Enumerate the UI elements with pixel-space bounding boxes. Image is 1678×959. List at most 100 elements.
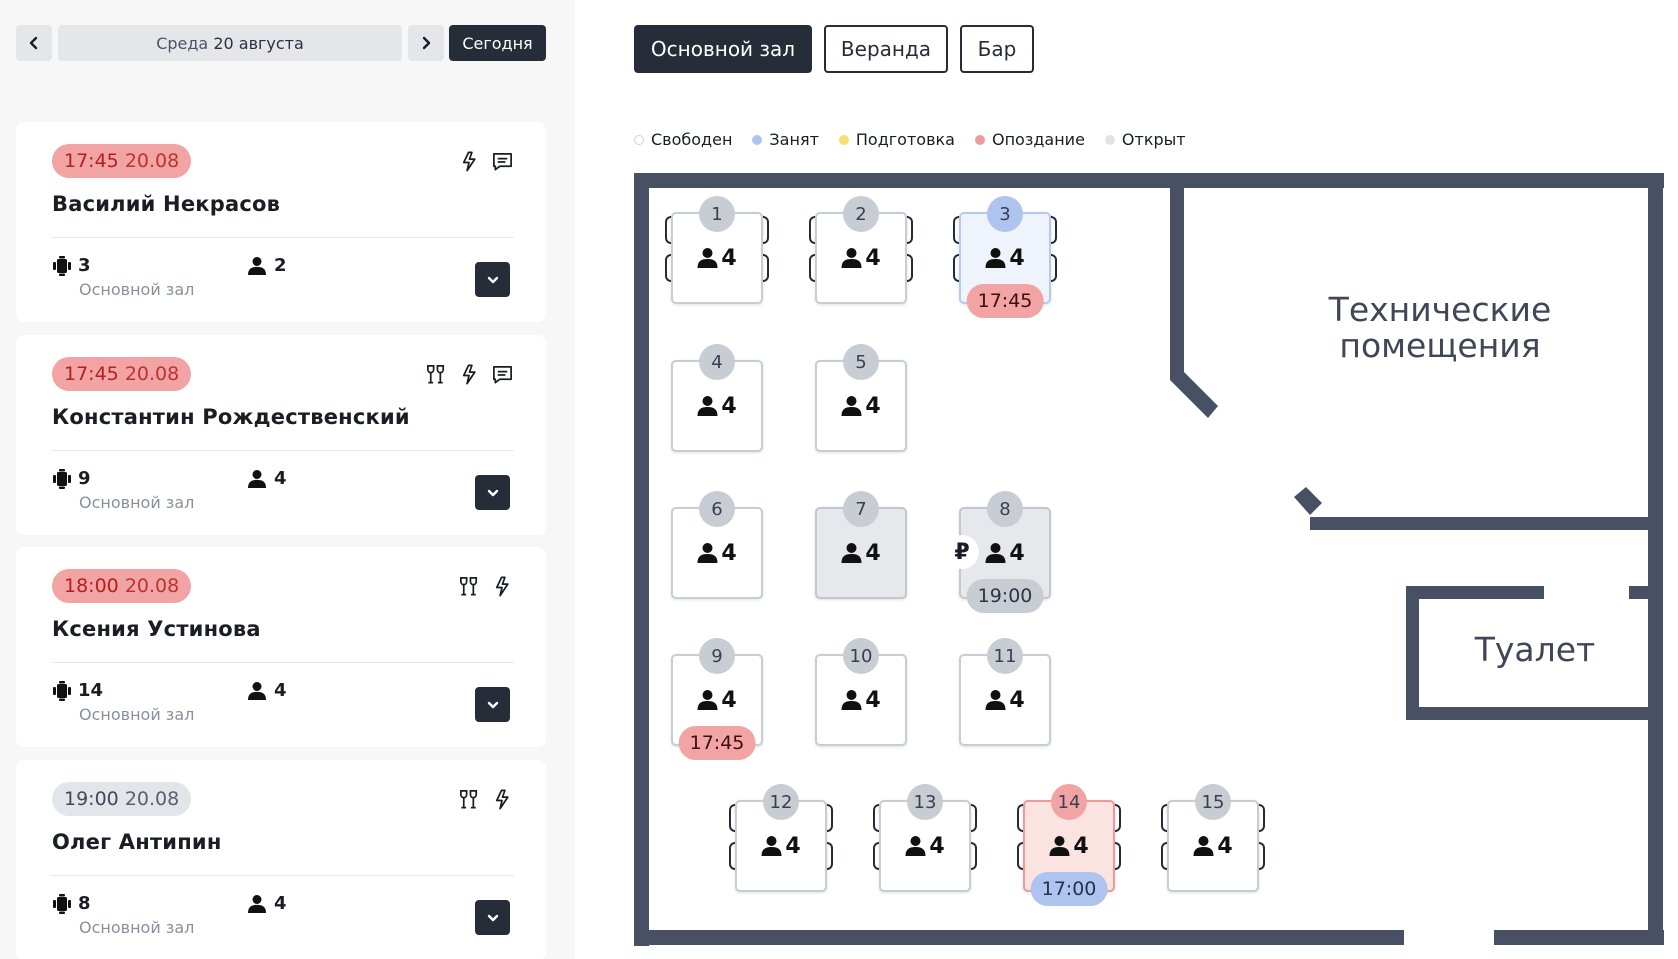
table-number-badge: 6 bbox=[699, 491, 735, 527]
table-2[interactable]: 42 bbox=[809, 196, 913, 304]
reservation-card[interactable]: 17:45 20.08 Константин Рождественский 9 Осн… bbox=[16, 335, 546, 535]
tab-bar[interactable]: Бар bbox=[960, 25, 1034, 73]
table-icon bbox=[53, 468, 71, 489]
reservation-time: 18:00 bbox=[64, 575, 119, 597]
guest-name: Олег Антипин bbox=[52, 830, 222, 854]
weekday-label: Среда bbox=[156, 33, 209, 53]
chevron-down-icon bbox=[487, 276, 498, 283]
reservation-card[interactable]: 17:45 20.08 Василий Некрасов 3 Основной зал… bbox=[16, 122, 546, 322]
guest-count-value: 4 bbox=[274, 680, 287, 701]
person-icon bbox=[841, 248, 862, 268]
reservation-card[interactable]: 18:00 20.08 Ксения Устинова 14 Основной зал… bbox=[16, 547, 546, 747]
room-restroom: Туалет bbox=[1474, 630, 1596, 669]
reservation-time: 17:45 bbox=[64, 150, 119, 172]
guest-count-value: 2 bbox=[274, 255, 287, 276]
table-number-badge: 1 bbox=[699, 196, 735, 232]
table-number-badge: 5 bbox=[843, 344, 879, 380]
person-icon bbox=[1193, 836, 1214, 856]
next-day-button[interactable] bbox=[408, 25, 444, 61]
chevron-left-icon bbox=[29, 36, 38, 50]
table-number-value: 3 bbox=[78, 255, 91, 276]
hall-name: Основной зал bbox=[79, 493, 195, 512]
reservation-date: 20.08 bbox=[124, 575, 180, 597]
reservation-flags bbox=[458, 788, 514, 811]
table-8[interactable]: 4 8 19:00 ₽ bbox=[945, 491, 1051, 613]
preorder-icon bbox=[462, 151, 476, 172]
person-icon bbox=[697, 690, 718, 710]
person-icon bbox=[248, 256, 266, 275]
table-number: 9 bbox=[52, 468, 91, 489]
card-divider bbox=[52, 237, 514, 238]
tab-main-hall[interactable]: Основной зал bbox=[634, 25, 812, 73]
table-5[interactable]: 45 bbox=[815, 344, 907, 452]
expand-button[interactable] bbox=[475, 475, 510, 510]
guest-count: 4 bbox=[248, 893, 287, 914]
table-time-badge: 17:45 bbox=[966, 284, 1044, 318]
legend-dot bbox=[838, 134, 849, 145]
legend-item: Подготовка bbox=[838, 130, 955, 149]
table-number-badge: 4 bbox=[699, 344, 735, 380]
table-seats: 4 bbox=[721, 687, 737, 713]
person-icon bbox=[248, 469, 266, 488]
person-icon bbox=[248, 681, 266, 700]
reservation-time: 17:45 bbox=[64, 363, 119, 385]
chevron-down-icon bbox=[487, 914, 498, 921]
hall-name: Основной зал bbox=[79, 705, 195, 724]
table-1[interactable]: 41 bbox=[665, 196, 769, 304]
card-divider bbox=[52, 662, 514, 663]
table-number: 14 bbox=[52, 680, 103, 701]
table-14[interactable]: 4 14 17:00 bbox=[1017, 784, 1121, 906]
table-number-badge: 8 bbox=[987, 491, 1023, 527]
date-picker[interactable]: Среда 20 августа bbox=[58, 25, 402, 61]
comment-icon bbox=[493, 365, 512, 384]
expand-button[interactable] bbox=[475, 687, 510, 722]
table-13[interactable]: 4 13 bbox=[873, 784, 977, 892]
table-12[interactable]: 4 12 bbox=[729, 784, 833, 892]
table-number-value: 14 bbox=[78, 680, 104, 701]
guest-name: Ксения Устинова bbox=[52, 617, 261, 641]
expand-button[interactable] bbox=[475, 262, 510, 297]
wine-glasses-icon bbox=[460, 790, 478, 809]
table-number-badge: 11 bbox=[987, 638, 1023, 674]
legend-label: Подготовка bbox=[855, 130, 955, 149]
table-7[interactable]: 47 bbox=[815, 491, 907, 599]
table-seats: 4 bbox=[865, 540, 881, 566]
table-6[interactable]: 46 bbox=[671, 491, 763, 599]
reservation-flags bbox=[425, 363, 514, 386]
reservation-card[interactable]: 19:00 20.08 Олег Антипин 8 Основной зал 4 bbox=[16, 760, 546, 959]
tab-veranda[interactable]: Веранда bbox=[824, 25, 948, 73]
today-button[interactable]: Сегодня bbox=[449, 25, 546, 61]
table-number: 8 bbox=[52, 893, 91, 914]
reservation-date: 20.08 bbox=[124, 363, 180, 385]
table-time-badge: 17:00 bbox=[1030, 872, 1108, 906]
table-seats: 4 bbox=[929, 833, 945, 859]
person-icon bbox=[1049, 836, 1070, 856]
date-label: 20 августа bbox=[213, 33, 304, 53]
legend-dot bbox=[634, 134, 644, 145]
table-number-badge: 7 bbox=[843, 491, 879, 527]
preorder-icon bbox=[495, 789, 509, 810]
table-number-badge: 9 bbox=[699, 638, 735, 674]
table-time-badge: 19:00 bbox=[966, 579, 1044, 613]
table-number-badge: 15 bbox=[1195, 784, 1231, 820]
table-11[interactable]: 4 11 bbox=[959, 638, 1051, 746]
legend-dot bbox=[1104, 134, 1115, 145]
expand-button[interactable] bbox=[475, 900, 510, 935]
hall-name: Основной зал bbox=[79, 918, 195, 937]
table-15[interactable]: 4 15 bbox=[1161, 784, 1265, 892]
person-icon bbox=[248, 894, 266, 913]
person-icon bbox=[985, 690, 1006, 710]
table-10[interactable]: 4 10 bbox=[815, 638, 907, 746]
person-icon bbox=[761, 836, 782, 856]
prev-day-button[interactable] bbox=[16, 25, 52, 61]
table-3[interactable]: 4 3 17:45 bbox=[953, 196, 1057, 318]
room-technical: Технические помещения bbox=[1328, 290, 1552, 366]
table-4[interactable]: 44 bbox=[671, 344, 763, 452]
person-icon bbox=[841, 690, 862, 710]
table-9[interactable]: 4 9 17:45 bbox=[671, 638, 763, 760]
table-number-value: 8 bbox=[78, 893, 91, 914]
table-number-badge: 13 bbox=[907, 784, 943, 820]
table-seats: 4 bbox=[1009, 245, 1025, 271]
table-number-badge: 14 bbox=[1051, 784, 1087, 820]
person-icon bbox=[697, 543, 718, 563]
